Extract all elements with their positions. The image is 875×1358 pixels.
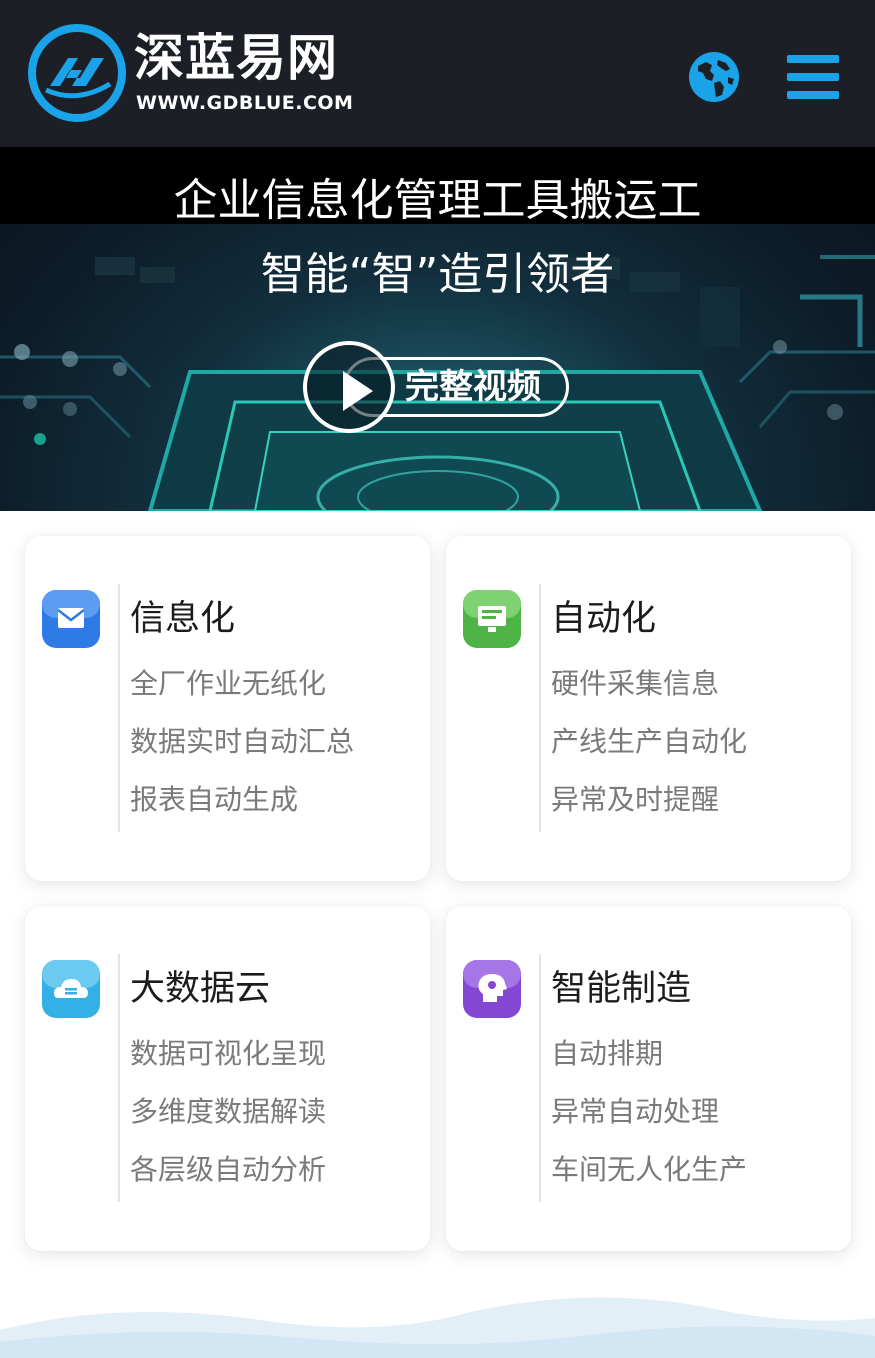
logo-chinese-text: 深蓝易网 [134,29,338,87]
banner-subtitle: 智能“智”造引领者 [260,249,615,300]
logo-url-text: WWW.GDBLUE.COM [136,92,354,114]
globe-icon [689,52,739,102]
logo-mark-icon [28,24,126,122]
card-feature-item: 数据可视化呈现 [130,1037,327,1070]
card-feature-item: 产线生产自动化 [551,725,748,758]
card-feature-item: 多维度数据解读 [130,1095,327,1128]
card-feature-item: 各层级自动分析 [130,1153,327,1186]
hero-banner: 企业信息化管理工具搬运工 智能“智”造引领者 完整视频 [0,147,875,511]
card-feature-item: 异常自动处理 [551,1095,720,1128]
card-feature-item: 报表自动生成 [130,783,299,816]
card-divider [118,954,120,1202]
banner-title: 企业信息化管理工具搬运工 [173,175,702,226]
card-feature-item: 数据实时自动汇总 [130,725,355,758]
card-feature-item: 全厂作业无纸化 [130,667,327,700]
feature-card-automation[interactable]: 自动化 硬件采集信息 产线生产自动化 异常及时提醒 [446,536,851,881]
site-logo[interactable]: 深蓝易网 WWW.GDBLUE.COM [28,24,358,124]
feature-card-big-data-cloud[interactable]: 大数据云 数据可视化呈现 多维度数据解读 各层级自动分析 [25,906,430,1251]
card-feature-item: 硬件采集信息 [551,667,720,700]
menu-line [787,91,839,99]
smart-brain-icon [463,960,521,1018]
full-video-button[interactable]: 完整视频 [303,341,571,433]
play-button-circle [303,341,395,433]
card-feature-item: 异常及时提醒 [551,783,720,816]
card-title: 信息化 [130,599,236,639]
card-feature-item: 自动排期 [551,1037,664,1070]
play-icon [343,371,373,411]
bottom-wave-decoration [0,1297,875,1358]
monitor-icon [463,590,521,648]
card-title: 大数据云 [130,969,271,1009]
card-title: 自动化 [551,599,657,639]
card-divider [539,584,541,832]
card-title: 智能制造 [551,969,692,1009]
feature-card-informatization[interactable]: 信息化 全厂作业无纸化 数据实时自动汇总 报表自动生成 [25,536,430,881]
menu-line [787,73,839,81]
video-button-label: 完整视频 [405,367,541,407]
language-globe-button[interactable] [688,51,740,103]
hamburger-menu-icon [787,55,839,63]
hamburger-menu-button[interactable] [787,55,839,99]
card-divider [118,584,120,832]
mail-icon [42,590,100,648]
card-feature-item: 车间无人化生产 [551,1153,748,1186]
feature-card-smart-manufacturing[interactable]: 智能制造 自动排期 异常自动处理 车间无人化生产 [446,906,851,1251]
card-divider [539,954,541,1202]
cloud-database-icon [42,960,100,1018]
top-nav-bar: 深蓝易网 WWW.GDBLUE.COM [0,0,875,147]
